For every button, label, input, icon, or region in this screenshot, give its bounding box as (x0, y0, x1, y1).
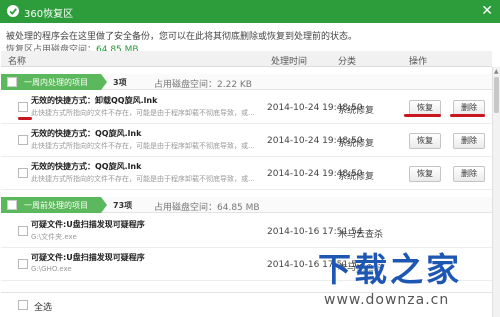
app-logo-icon (7, 5, 19, 17)
column-header: 名称 处理时间 分类 操作 (1, 51, 492, 67)
item-desc: 此快捷方式所指向的文件不存在，可能是由于程序卸载不彻底导致，或... (31, 175, 255, 183)
item-desc: G:\文件夹.exe (31, 233, 77, 241)
select-all-label[interactable]: 全选 (34, 300, 52, 313)
group-label: 一周前处理的项目 (24, 201, 88, 210)
title-bar: 360恢复区 ✕ (0, 0, 500, 23)
list-item[interactable]: 无效的快捷方式：卸载QQ旋风.lnk 此快捷方式所指向的文件不存在，可能是由于程… (1, 91, 492, 124)
watermark-url: www.downza.cn (324, 292, 450, 308)
group-count: 73项 (113, 201, 133, 210)
item-desc: 此快捷方式所指向的文件不存在，可能是由于程序卸载不彻底导致，或... (31, 109, 255, 117)
group-checkbox[interactable] (7, 200, 17, 210)
notice-text: 被处理的程序会在这里做了安全备份，您可以在此将其彻底删除或恢复到处理前的状态。 (6, 32, 358, 42)
row-checkbox[interactable] (18, 102, 28, 112)
select-all-checkbox[interactable] (18, 300, 28, 310)
group-count: 3项 (113, 78, 127, 87)
row-checkbox[interactable] (18, 135, 28, 145)
restore-button[interactable]: 恢复 (409, 166, 441, 182)
watermark: 下载之家 www.downza.cn (318, 243, 494, 313)
item-desc: G:\GHO.exe (31, 265, 72, 273)
item-name: 无效的快捷方式：QQ旋风.lnk (31, 162, 142, 171)
group-checkbox[interactable] (7, 77, 17, 87)
annotation-mark (18, 117, 32, 120)
row-checkbox[interactable] (18, 168, 28, 178)
item-category: 系统修复 (338, 106, 375, 116)
annotation-mark (404, 114, 441, 117)
group-badge: 一周内处理的项目 (1, 74, 107, 90)
item-category: 系统修复 (338, 172, 375, 182)
close-icon[interactable]: ✕ (481, 2, 493, 20)
scrollbar-thumb[interactable] (494, 77, 499, 113)
annotation-mark (450, 114, 485, 117)
item-name: 无效的快捷方式：卸载QQ旋风.lnk (31, 96, 158, 105)
group-header-older[interactable]: 一周前处理的项目 73项 占用磁盘空间：64.85 MB (1, 197, 492, 213)
restore-button[interactable]: 恢复 (409, 133, 441, 149)
item-name: 可疑文件:U盘扫描发现可疑程序 (31, 220, 145, 229)
group-label: 一周内处理的项目 (24, 78, 88, 87)
item-category: 系统修复 (338, 139, 375, 149)
item-desc: 此快捷方式所指向的文件不存在，可能是由于程序卸载不彻底导致，或... (31, 142, 255, 150)
scroll-up-icon[interactable]: ▲ (494, 68, 499, 75)
column-time[interactable]: 处理时间 (271, 54, 307, 67)
row-checkbox[interactable] (18, 259, 28, 269)
item-category: 木马云查杀 (338, 230, 384, 240)
column-action: 操作 (409, 57, 428, 67)
group-badge: 一周前处理的项目 (1, 197, 107, 213)
group-header-recent[interactable]: 一周内处理的项目 3项 占用磁盘空间：2.22 KB (1, 74, 492, 90)
group-space: 占用磁盘空间：2.22 KB (154, 80, 252, 90)
list-item[interactable]: 无效的快捷方式：QQ旋风.lnk 此快捷方式所指向的文件不存在，可能是由于程序卸… (1, 157, 492, 190)
window-title: 360恢复区 (24, 9, 74, 20)
delete-button[interactable]: 删除 (453, 133, 485, 149)
delete-button[interactable]: 删除 (453, 166, 485, 182)
column-name[interactable]: 名称 (8, 54, 26, 67)
list-item[interactable]: 无效的快捷方式：QQ旋风.lnk 此快捷方式所指向的文件不存在，可能是由于程序卸… (1, 124, 492, 157)
watermark-text: 下载之家 (318, 250, 462, 289)
group-space: 占用磁盘空间：64.85 MB (154, 203, 260, 213)
item-name: 可疑文件:U盘扫描发现可疑程序 (31, 253, 145, 262)
row-checkbox[interactable] (18, 226, 28, 236)
column-category[interactable]: 分类 (338, 54, 356, 67)
item-name: 无效的快捷方式：QQ旋风.lnk (31, 129, 142, 138)
